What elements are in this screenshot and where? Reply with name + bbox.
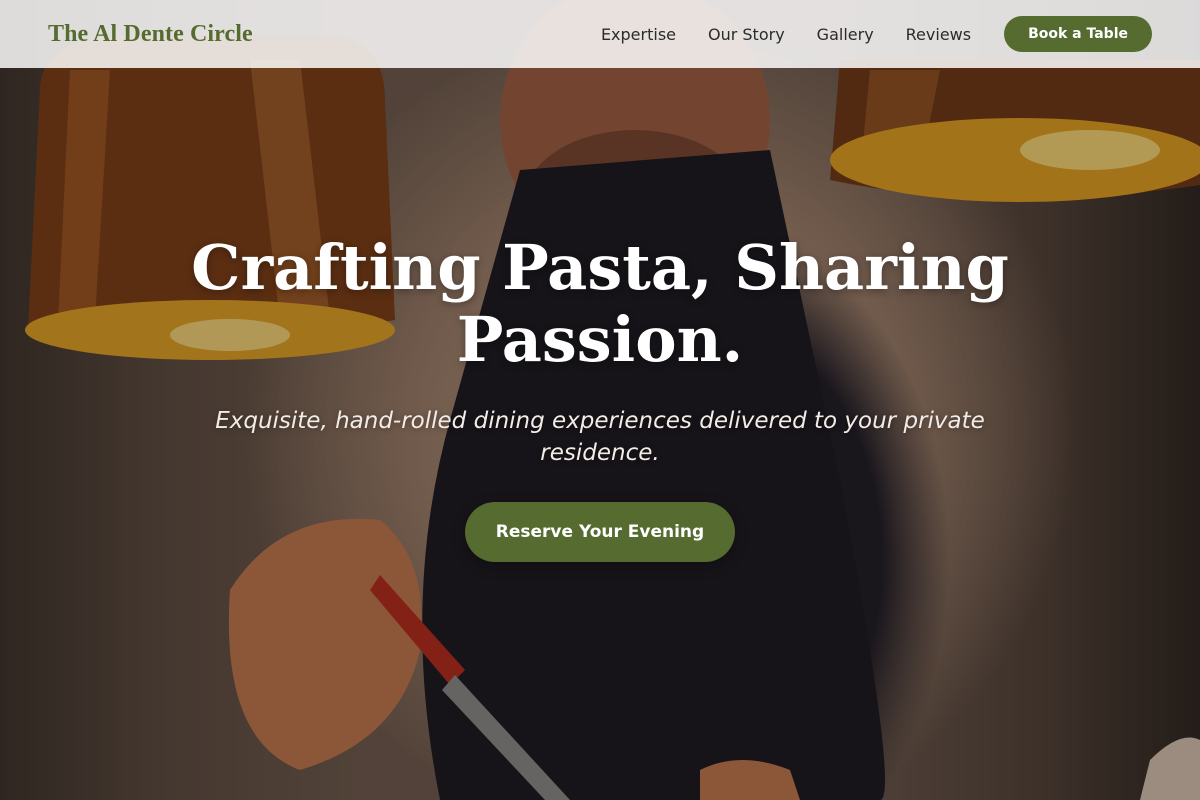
main-nav: Expertise Our Story Gallery Reviews Book… bbox=[601, 16, 1152, 52]
site-header: The Al Dente Circle Expertise Our Story … bbox=[0, 0, 1200, 68]
hero-title: Crafting Pasta, Sharing Passion. bbox=[191, 231, 1009, 376]
brand-logo[interactable]: The Al Dente Circle bbox=[48, 21, 253, 48]
book-table-button[interactable]: Book a Table bbox=[1004, 16, 1152, 52]
hero-overlay bbox=[0, 0, 1200, 800]
hero-background-image bbox=[0, 0, 1200, 800]
hero-subtitle: Exquisite, hand-rolled dining experience… bbox=[215, 408, 985, 466]
nav-link-reviews[interactable]: Reviews bbox=[906, 25, 971, 44]
reserve-evening-button[interactable]: Reserve Your Evening bbox=[465, 502, 735, 562]
nav-link-gallery[interactable]: Gallery bbox=[817, 25, 874, 44]
nav-link-expertise[interactable]: Expertise bbox=[601, 25, 676, 44]
nav-link-our-story[interactable]: Our Story bbox=[708, 25, 785, 44]
